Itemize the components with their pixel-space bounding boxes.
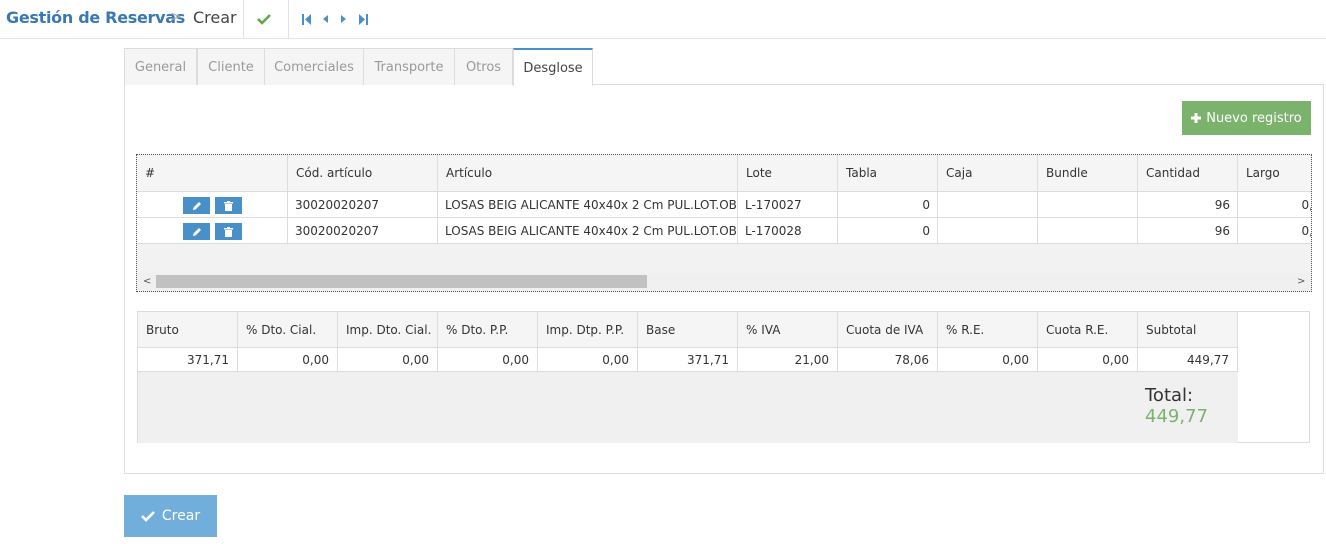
check-icon[interactable]: [255, 10, 273, 28]
column-header: Subtotal: [1138, 312, 1238, 347]
column-header: % R.E.: [938, 312, 1038, 347]
column-header: % Dto. Cial.: [238, 312, 338, 347]
top-bar: Gestión de Reservas > Crear: [0, 0, 1326, 39]
trash-icon[interactable]: [215, 197, 242, 214]
tab-cliente[interactable]: Cliente: [197, 48, 265, 85]
totals-footer: [138, 372, 1238, 443]
cell-bundle: [1038, 218, 1138, 243]
horizontal-scrollbar[interactable]: < >: [137, 273, 1311, 291]
detail-grid-header: # Cód. artículo Artículo Lote Tabla Caja…: [137, 155, 1311, 192]
cell-caja: [938, 218, 1038, 243]
edit-icon[interactable]: [183, 223, 210, 240]
check-icon: [140, 511, 155, 522]
totals-header: Bruto % Dto. Cial. Imp. Dto. Cial. % Dto…: [138, 312, 1238, 348]
divider: [288, 0, 289, 38]
column-header[interactable]: Tabla: [838, 155, 938, 191]
column-header[interactable]: #: [137, 155, 288, 191]
new-record-label: Nuevo registro: [1206, 110, 1302, 126]
column-header: Imp. Dto. Cial.: [338, 312, 438, 347]
cell-imp-dto-cial: 0,00: [338, 348, 438, 371]
next-record-icon[interactable]: [334, 10, 352, 28]
plus-icon: [1191, 113, 1202, 123]
column-header: Cuota de IVA: [838, 312, 938, 347]
cell-articulo: LOSAS BEIG ALICANTE 40x40x 2 Cm PUL.LOT.…: [438, 192, 738, 217]
cell-bundle: [1038, 192, 1138, 217]
column-header[interactable]: Lote: [738, 155, 838, 191]
cell-re: 0,00: [938, 348, 1038, 371]
cell-dto-cial: 0,00: [238, 348, 338, 371]
cell-lote: L-170027: [738, 192, 838, 217]
create-label: Crear: [161, 508, 201, 524]
cell-cantidad: 96: [1138, 192, 1238, 217]
tab-comerciales[interactable]: Comerciales: [264, 48, 364, 85]
cell-cantidad: 96: [1138, 218, 1238, 243]
cell-lote: L-170028: [738, 218, 838, 243]
column-header[interactable]: Cantidad: [1138, 155, 1238, 191]
cell-bruto: 371,71: [138, 348, 238, 371]
cell-tabla: 0: [838, 218, 938, 243]
tab-otros[interactable]: Otros: [454, 48, 513, 85]
cell-largo: 0,: [1301, 197, 1312, 212]
column-header: Bruto: [138, 312, 238, 347]
table-row[interactable]: 30020020207 LOSAS BEIG ALICANTE 40x40x 2…: [137, 192, 1312, 218]
total-value: 449,77: [1145, 406, 1208, 427]
new-record-button[interactable]: Nuevo registro: [1182, 101, 1311, 135]
breadcrumb-separator: >: [170, 9, 182, 25]
edit-icon[interactable]: [183, 197, 210, 214]
column-header[interactable]: Caja: [938, 155, 1038, 191]
previous-record-icon[interactable]: [317, 10, 335, 28]
cell-articulo: LOSAS BEIG ALICANTE 40x40x 2 Cm PUL.LOT.…: [438, 218, 738, 243]
scroll-left-icon[interactable]: <: [143, 276, 151, 287]
cell-dto-pp: 0,00: [438, 348, 538, 371]
cell-tabla: 0: [838, 192, 938, 217]
cell-codigo: 30020020207: [288, 192, 438, 217]
divider: [243, 0, 244, 38]
tab-general[interactable]: General: [124, 48, 197, 85]
scrollbar-thumb[interactable]: [156, 275, 647, 288]
table-row[interactable]: 30020020207 LOSAS BEIG ALICANTE 40x40x 2…: [137, 218, 1312, 244]
total-label: Total:: [1145, 385, 1194, 406]
breadcrumb-current: Crear: [193, 8, 237, 27]
tab-transporte[interactable]: Transporte: [363, 48, 455, 85]
column-header: Cuota R.E.: [1038, 312, 1138, 347]
last-record-icon[interactable]: [354, 10, 372, 28]
breadcrumb-module[interactable]: Gestión de Reservas: [6, 8, 185, 27]
cell-codigo: 30020020207: [288, 218, 438, 243]
first-record-icon[interactable]: [298, 10, 316, 28]
column-header[interactable]: Artículo: [438, 155, 738, 191]
cell-cuota-re: 0,00: [1038, 348, 1138, 371]
column-header: % IVA: [738, 312, 838, 347]
column-header[interactable]: Bundle: [1038, 155, 1138, 191]
cell-cuota-iva: 78,06: [838, 348, 938, 371]
scroll-right-icon[interactable]: >: [1297, 276, 1305, 287]
column-header: Base: [638, 312, 738, 347]
cell-subtotal: 449,77: [1138, 348, 1238, 371]
cell-imp-dtp-pp: 0,00: [538, 348, 638, 371]
column-header: Imp. Dtp. P.P.: [538, 312, 638, 347]
totals-grid: Bruto % Dto. Cial. Imp. Dto. Cial. % Dto…: [137, 311, 1310, 443]
row-actions: [137, 218, 288, 243]
detail-grid: # Cód. artículo Artículo Lote Tabla Caja…: [136, 154, 1312, 292]
column-header[interactable]: Largo: [1238, 155, 1311, 191]
cell-iva: 21,00: [738, 348, 838, 371]
column-header[interactable]: Cód. artículo: [288, 155, 438, 191]
row-actions: [137, 192, 288, 217]
create-button[interactable]: Crear: [124, 495, 217, 537]
cell-caja: [938, 192, 1038, 217]
cell-base: 371,71: [638, 348, 738, 371]
totals-row: 371,71 0,00 0,00 0,00 0,00 371,71 21,00 …: [138, 348, 1238, 372]
tab-desglose[interactable]: Desglose: [513, 48, 593, 86]
cell-largo: 0,: [1301, 223, 1312, 238]
column-header: % Dto. P.P.: [438, 312, 538, 347]
trash-icon[interactable]: [215, 223, 242, 240]
